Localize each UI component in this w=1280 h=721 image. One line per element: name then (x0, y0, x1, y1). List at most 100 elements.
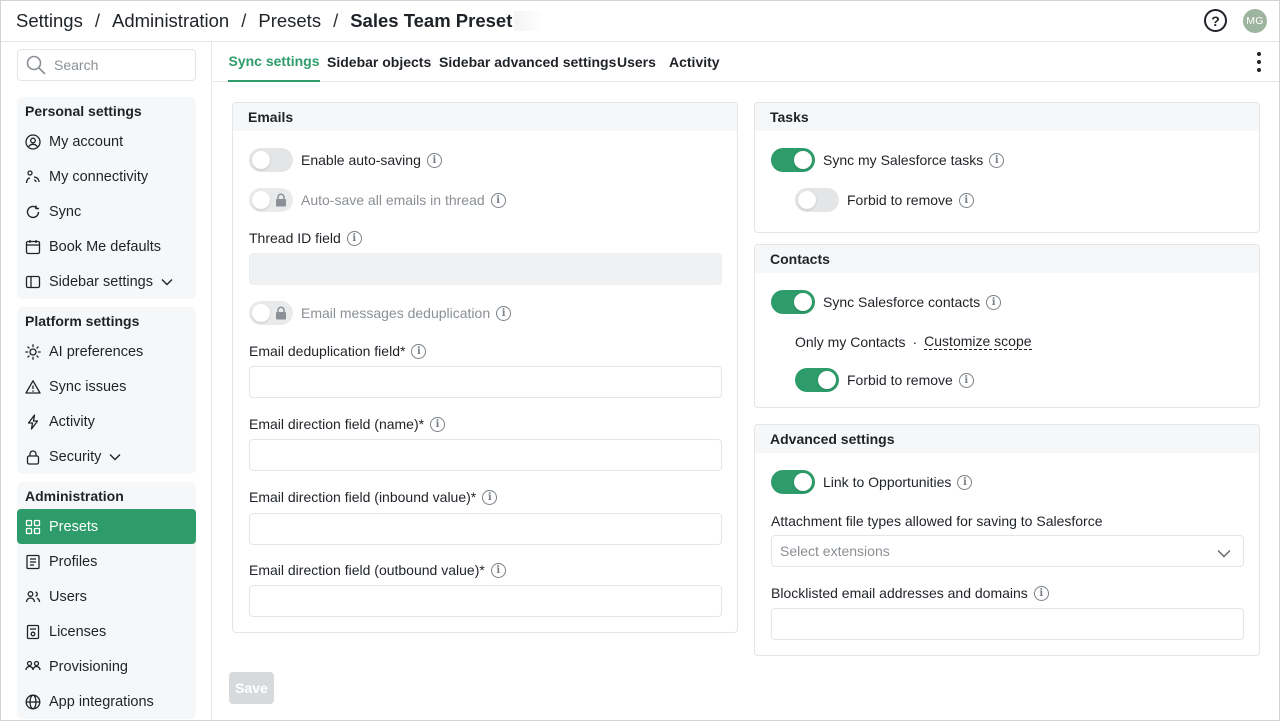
sync-icon (25, 204, 41, 220)
direction-name-input[interactable] (249, 439, 722, 471)
sidebar-item-label: Sync issues (49, 378, 127, 395)
attachment-types-placeholder: Select extensions (780, 543, 890, 559)
tasks-forbid-remove-toggle[interactable] (795, 188, 839, 212)
sidebar-item-sync-issues[interactable]: Sync issues (17, 369, 196, 404)
sidebar-item-label: My account (49, 133, 124, 150)
save-button[interactable]: Save (229, 672, 274, 704)
sidebar-item-label: Sidebar settings (49, 273, 153, 290)
provisioning-icon (25, 659, 41, 675)
sidebar-item-presets[interactable]: Presets (17, 509, 196, 544)
sidebar-item-sync[interactable]: Sync (17, 194, 196, 229)
direction-inbound-input[interactable] (249, 513, 722, 545)
sync-contacts-toggle[interactable] (771, 290, 815, 314)
sidebar-item-book-me-defaults[interactable]: Book Me defaults (17, 229, 196, 264)
sidebar-item-label: Users (49, 588, 87, 605)
avatar[interactable]: MG (1243, 9, 1267, 33)
info-icon[interactable]: i (958, 192, 974, 208)
connectivity-icon (25, 169, 41, 185)
sidebar-item-licenses[interactable]: Licenses (17, 614, 196, 649)
info-icon[interactable]: i (430, 416, 446, 432)
dedup-field-label: Email deduplication field* i (249, 343, 427, 359)
sidebar-item-label: Book Me defaults (49, 238, 162, 255)
info-icon[interactable]: i (986, 294, 1002, 310)
search-input[interactable]: Search (17, 49, 196, 81)
info-icon[interactable]: i (989, 152, 1005, 168)
group-title-administration: Administration (25, 488, 124, 504)
users-icon (25, 589, 41, 605)
link-opportunities-label: Link to Opportunities (823, 474, 952, 490)
sidebar-item-my-account[interactable]: My account (17, 124, 196, 159)
sidebar-item-sidebar-settings[interactable]: Sidebar settings (17, 264, 196, 299)
auto-saving-label: Enable auto-saving (301, 152, 421, 168)
emails-card: Emails Enable auto-saving i Auto-save al… (232, 102, 738, 633)
contacts-forbid-remove-row: Forbid to remove i (795, 368, 974, 392)
info-icon[interactable]: i (426, 152, 442, 168)
sync-contacts-label: Sync Salesforce contacts (823, 294, 981, 310)
sidebar-item-activity[interactable]: Activity (17, 404, 196, 439)
thread-id-label-text: Thread ID field (249, 230, 341, 246)
breadcrumb-separator: / (241, 9, 247, 31)
info-icon[interactable]: i (957, 474, 973, 490)
sidebar-item-app-integrations[interactable]: App integrations (17, 684, 196, 719)
link-opportunities-toggle[interactable] (771, 470, 815, 494)
sidebar-item-provisioning[interactable]: Provisioning (17, 649, 196, 684)
breadcrumb-settings[interactable]: Settings (16, 10, 83, 32)
sidebar-item-my-connectivity[interactable]: My connectivity (17, 159, 196, 194)
info-icon[interactable]: i (346, 230, 362, 246)
breadcrumb-separator: / (333, 9, 339, 31)
help-button[interactable]: ? (1204, 9, 1227, 32)
auto-saving-row: Enable auto-saving i (249, 148, 442, 172)
contacts-scope-row: Only my Contacts · Customize scope (795, 333, 1032, 350)
customize-scope-link[interactable]: Customize scope (924, 333, 1032, 350)
top-header: Settings / Administration / Presets / Sa… (0, 0, 1280, 42)
dedup-toggle (249, 301, 293, 325)
tab-activity[interactable]: Activity (669, 42, 720, 82)
sidebar-item-label: Activity (49, 413, 95, 430)
more-options-icon[interactable] (1252, 52, 1266, 72)
breadcrumb-presets[interactable]: Presets (258, 10, 321, 32)
info-icon[interactable]: i (490, 562, 506, 578)
info-icon[interactable]: i (496, 305, 512, 321)
sidebar-item-security[interactable]: Security (17, 439, 196, 474)
chevron-down-icon (109, 449, 121, 465)
info-icon[interactable]: i (490, 192, 506, 208)
tab-sidebar-objects[interactable]: Sidebar objects (327, 42, 431, 82)
dedup-field-input[interactable] (249, 366, 722, 398)
sidebar-item-label: My connectivity (49, 168, 149, 185)
direction-inbound-label: Email direction field (inbound value)* i (249, 489, 498, 505)
chevron-down-icon (161, 274, 173, 290)
calendar-icon (25, 239, 41, 255)
sidebar-item-label: App integrations (49, 693, 154, 710)
sync-tasks-toggle[interactable] (771, 148, 815, 172)
tasks-card-title: Tasks (755, 103, 1259, 131)
tab-users[interactable]: Users (617, 42, 656, 82)
sidebar-icon (25, 274, 41, 290)
breadcrumb-administration[interactable]: Administration (112, 10, 229, 32)
info-icon[interactable]: i (411, 343, 427, 359)
blocklist-label-text: Blocklisted email addresses and domains (771, 585, 1028, 601)
info-icon[interactable]: i (482, 489, 498, 505)
thread-id-field (249, 253, 722, 285)
contacts-forbid-remove-toggle[interactable] (795, 368, 839, 392)
info-icon[interactable]: i (1033, 585, 1049, 601)
direction-outbound-input[interactable] (249, 585, 722, 617)
sidebar-item-ai-preferences[interactable]: AI preferences (17, 334, 196, 369)
auto-saving-toggle[interactable] (249, 148, 293, 172)
tab-sync-settings[interactable]: Sync settings (228, 42, 320, 82)
lightning-icon (25, 413, 41, 430)
dedup-row: Email messages deduplication i (249, 301, 512, 325)
sidebar-item-profiles[interactable]: Profiles (17, 544, 196, 579)
direction-name-label-text: Email direction field (name)* (249, 416, 425, 432)
blocklist-input[interactable] (771, 608, 1244, 640)
contacts-card: Contacts Sync Salesforce contacts i Only… (754, 244, 1260, 408)
tasks-forbid-remove-row: Forbid to remove i (795, 188, 974, 212)
tab-sidebar-advanced-settings[interactable]: Sidebar advanced settings (439, 42, 616, 82)
thread-id-label: Thread ID field i (249, 230, 362, 246)
user-circle-icon (25, 133, 41, 150)
info-icon[interactable]: i (958, 372, 974, 388)
tasks-card: Tasks Sync my Salesforce tasks i Forbid … (754, 102, 1260, 233)
sidebar-item-users[interactable]: Users (17, 579, 196, 614)
lock-icon (25, 449, 41, 465)
page-title: Sales Team Preset (350, 9, 513, 31)
attachment-types-select[interactable]: Select extensions (771, 535, 1244, 567)
